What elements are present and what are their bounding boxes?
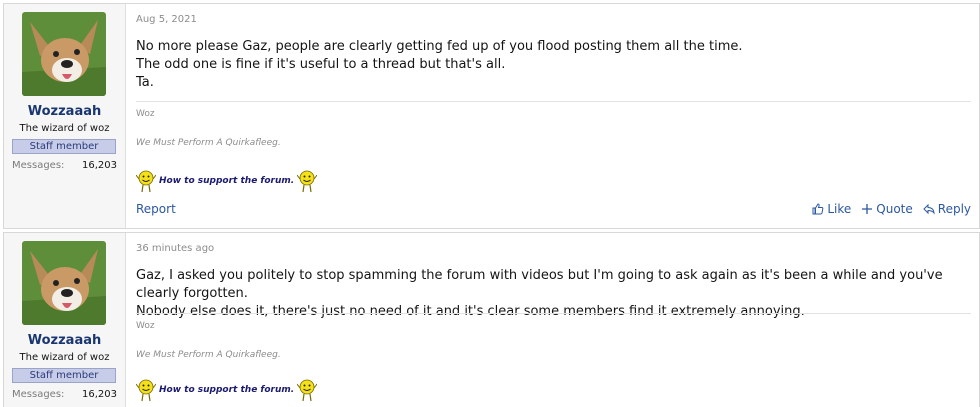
signature-name: Woz: [136, 321, 155, 331]
reply-button[interactable]: Reply: [923, 202, 971, 216]
post-line: The odd one is fine if it's useful to a …: [136, 57, 506, 72]
thumbs-up-icon: [812, 203, 824, 215]
plus-icon: [862, 204, 873, 214]
post-main: Aug 5, 2021 No more please Gaz, people a…: [136, 4, 971, 228]
post-main: 36 minutes ago Gaz, I asked you politely…: [136, 233, 971, 407]
quote-label: Quote: [876, 202, 913, 216]
post-body: No more please Gaz, people are clearly g…: [136, 38, 743, 92]
avatar[interactable]: [22, 241, 106, 325]
messages-label: Messages:: [12, 389, 65, 400]
signature-name: Woz: [136, 109, 155, 119]
like-label: Like: [827, 202, 852, 216]
support-link[interactable]: How to support the forum.: [159, 176, 294, 186]
post-date[interactable]: 36 minutes ago: [136, 243, 214, 254]
signature-divider: [136, 101, 971, 102]
waving-smiley-icon: [297, 170, 318, 193]
user-title: The wizard of woz: [19, 352, 110, 363]
post: Wozzaaah The wizard of woz Staff member …: [3, 3, 980, 229]
username[interactable]: Wozzaaah: [4, 333, 125, 348]
reply-label: Reply: [937, 202, 971, 216]
post-line: No more please Gaz, people are clearly g…: [136, 39, 743, 54]
messages-count: 16,203: [82, 389, 117, 400]
avatar[interactable]: [22, 12, 106, 96]
post: Wozzaaah The wizard of woz Staff member …: [3, 232, 980, 407]
post-date[interactable]: Aug 5, 2021: [136, 14, 197, 25]
post-user-sidebar: Wozzaaah The wizard of woz Staff member …: [4, 4, 126, 228]
post-action-group: Like Quote Reply: [812, 202, 971, 216]
messages-label: Messages:: [12, 160, 65, 171]
quote-button[interactable]: Quote: [861, 202, 913, 216]
post-line: Gaz, I asked you politely to stop spammi…: [136, 268, 943, 301]
post-actions: Report Like Quote Reply: [136, 202, 971, 218]
post-user-sidebar: Wozzaaah The wizard of woz Staff member …: [4, 233, 126, 407]
username[interactable]: Wozzaaah: [4, 104, 125, 119]
waving-smiley-icon: [136, 379, 156, 402]
signature-quote: We Must Perform A Quirkafleeg.: [136, 350, 281, 360]
reply-arrow-icon: [923, 203, 935, 215]
user-title: The wizard of woz: [19, 123, 110, 134]
support-banner: How to support the forum.: [136, 168, 318, 194]
signature-quote: We Must Perform A Quirkafleeg.: [136, 138, 281, 148]
like-button[interactable]: Like: [812, 202, 851, 216]
staff-badge: Staff member: [12, 139, 116, 154]
messages-count: 16,203: [82, 160, 117, 171]
waving-smiley-icon: [297, 379, 318, 402]
support-link[interactable]: How to support the forum.: [159, 385, 294, 395]
signature-divider: [136, 313, 971, 314]
waving-smiley-icon: [136, 170, 156, 193]
support-banner: How to support the forum.: [136, 377, 318, 403]
staff-badge: Staff member: [12, 368, 116, 383]
post-line: Nobody else does it, there's just no nee…: [136, 304, 805, 319]
report-button[interactable]: Report: [136, 202, 176, 216]
post-line: Ta.: [136, 75, 154, 90]
